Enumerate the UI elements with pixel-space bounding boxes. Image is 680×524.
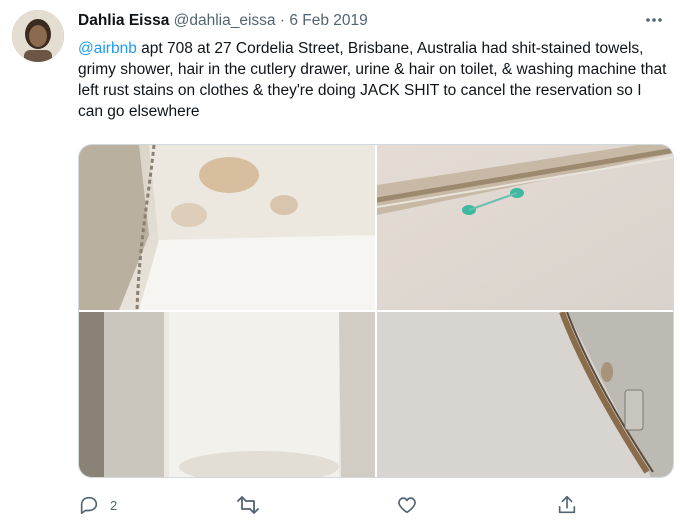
author-handle[interactable]: @dahlia_eissa	[174, 12, 276, 29]
tweet-date[interactable]: 6 Feb 2019	[289, 12, 367, 29]
retweet-icon	[237, 496, 259, 514]
retweet-button[interactable]	[236, 494, 260, 516]
share-button[interactable]	[556, 494, 578, 516]
tweet-header: Dahlia Eissa @dahlia_eissa · 6 Feb 2019	[78, 12, 664, 34]
tweet-text: @airbnb apt 708 at 27 Cordelia Street, B…	[78, 38, 668, 122]
more-options-icon[interactable]	[642, 10, 666, 30]
heart-icon	[398, 497, 416, 514]
shower-stains-photo[interactable]	[377, 145, 673, 310]
tweet-body: apt 708 at 27 Cordelia Street, Brisbane,…	[78, 40, 667, 120]
mention-link[interactable]: @airbnb	[78, 40, 137, 57]
like-button[interactable]	[396, 494, 418, 516]
washing-machine-rust-photo[interactable]	[377, 312, 673, 477]
reply-icon	[80, 496, 98, 515]
separator-dot: ·	[279, 12, 286, 29]
tweet-actions: 2	[78, 494, 674, 518]
avatar[interactable]	[12, 10, 64, 62]
toilet-photo[interactable]	[79, 312, 375, 477]
media-grid	[78, 144, 674, 478]
reply-count: 2	[110, 497, 118, 513]
reply-button[interactable]: 2	[78, 494, 117, 516]
tweet: Dahlia Eissa @dahlia_eissa · 6 Feb 2019 …	[0, 0, 680, 524]
share-icon	[558, 495, 576, 514]
stained-towel-photo[interactable]	[79, 145, 375, 310]
author-name[interactable]: Dahlia Eissa	[78, 12, 169, 29]
